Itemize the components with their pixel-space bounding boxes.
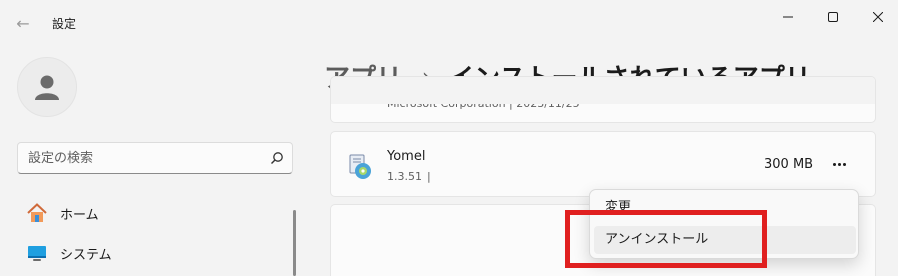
maximize-icon <box>828 12 838 22</box>
app-card-yomel[interactable]: Yomel 1.3.51 | 300 MB <box>330 131 876 197</box>
avatar[interactable] <box>17 57 77 117</box>
display-icon <box>25 241 49 265</box>
more-options-button[interactable] <box>827 152 851 176</box>
close-icon <box>873 12 883 22</box>
maximize-button[interactable] <box>810 6 856 28</box>
window-title: 設定 <box>52 17 77 31</box>
sidebar-item-label: システム <box>60 247 112 263</box>
scroll-clip <box>331 77 875 104</box>
home-icon <box>25 201 49 225</box>
app-name: Yomel <box>387 149 426 164</box>
more-options-icon <box>837 162 841 166</box>
back-button[interactable]: ← <box>8 10 38 38</box>
search-box[interactable] <box>17 142 293 174</box>
more-options-icon <box>842 162 846 166</box>
search-input[interactable] <box>28 143 268 173</box>
more-options-icon <box>832 162 836 166</box>
annotation-highlight <box>565 210 767 268</box>
user-avatar-icon <box>35 75 59 100</box>
sidebar-item-system[interactable]: システム <box>17 235 287 271</box>
search-icon[interactable] <box>270 151 284 165</box>
arrow-left-icon: ← <box>16 14 30 33</box>
yomel-app-icon <box>349 154 371 179</box>
sidebar-item-label: ホーム <box>60 207 99 223</box>
app-version: 1.3.51 <box>387 170 422 183</box>
sidebar-item-home[interactable]: ホーム <box>17 195 287 231</box>
sidebar-scrollbar[interactable] <box>293 210 296 276</box>
minimize-icon <box>783 16 793 18</box>
meta-separator: | <box>427 170 431 183</box>
app-size: 300 MB <box>764 157 814 172</box>
app-card-previous[interactable]: Microsoft Corporation | 2023/11/25 <box>330 76 876 123</box>
close-button[interactable] <box>855 6 898 28</box>
minimize-button[interactable] <box>765 6 811 28</box>
